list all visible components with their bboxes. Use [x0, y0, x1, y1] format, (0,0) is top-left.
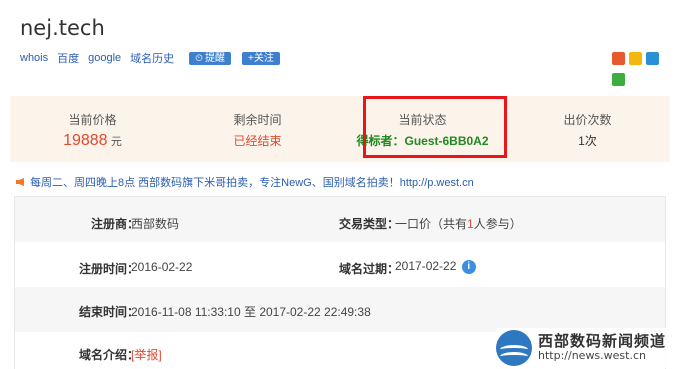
domain-links: whois 百度 google 域名历史 ⏲ 提醒 +关注 — [20, 50, 280, 66]
registrar-value: 西部数码 — [131, 217, 180, 231]
stat-label: 当前价格 — [68, 113, 117, 127]
expire-value: 2017-02-22 — [395, 259, 457, 273]
whois-link[interactable]: whois — [20, 52, 48, 64]
end-time-label: 结束时间： — [78, 305, 139, 319]
trade-type-label: 交易类型： — [338, 217, 399, 231]
news-watermark: 西部数码新闻频道 http://news.west.cn — [496, 328, 674, 368]
auction-notice[interactable]: 每周二、周四晚上8点 西部数码旗下米哥拍卖，专注NewG、国别域名拍卖！http… — [16, 174, 474, 190]
remind-button-label: 提醒 — [204, 52, 225, 64]
info-icon[interactable]: i — [461, 259, 476, 274]
report-link[interactable]: [举报] — [131, 346, 162, 363]
intro-label: 域名介绍： — [78, 348, 139, 362]
stat-remaining-time: 剩余时间 已经结束 — [175, 96, 340, 162]
speaker-icon — [16, 178, 24, 186]
google-link[interactable]: google — [88, 52, 121, 64]
reg-time-value: 2016-02-22 — [131, 260, 193, 274]
price-unit: 元 — [110, 136, 122, 148]
stat-bid-count: 出价次数 1次 — [505, 96, 670, 162]
price-value: 19888 — [63, 132, 108, 149]
remind-button[interactable]: ⏲ 提醒 — [189, 51, 231, 65]
qzone-share-icon[interactable] — [629, 52, 642, 65]
detail-row: 注册时间： 2016-02-22 域名过期： 2017-02-22 i — [15, 242, 665, 287]
wechat-share-icon[interactable] — [612, 73, 625, 86]
clock-icon: ⏲ — [195, 52, 203, 64]
watermark-title: 西部数码新闻频道 — [538, 333, 667, 351]
watermark-url: http://news.west.cn — [538, 349, 646, 363]
stat-label: 剩余时间 — [233, 113, 282, 127]
expire-label: 域名过期： — [338, 262, 399, 276]
participant-count: 1 — [467, 217, 474, 231]
auction-stats: 当前价格 19888 元 剩余时间 已经结束 当前状态 得标者：Guest-6B… — [10, 96, 670, 162]
notice-text[interactable]: 每周二、周四晚上8点 西部数码旗下米哥拍卖，专注NewG、国别域名拍卖！http… — [30, 174, 474, 190]
share-icons — [612, 52, 660, 94]
remaining-time-value: 已经结束 — [233, 134, 282, 148]
trade-type-value: 一口价（共有1人参与） — [395, 217, 522, 231]
detail-row: 注册商： 西部数码 交易类型： 一口价（共有1人参与） — [15, 197, 665, 242]
domain-title: nej.tech — [20, 16, 105, 40]
end-time-value: 2016-11-08 11:33:10 至 2017-02-22 22:49:3… — [131, 305, 371, 319]
stat-current-price: 当前价格 19888 元 — [10, 96, 175, 162]
reg-time-label: 注册时间： — [78, 262, 139, 276]
status-highlight-box — [363, 96, 507, 158]
domain-history-link[interactable]: 域名历史 — [130, 50, 174, 66]
expire-value-wrap: 2017-02-22 i — [395, 259, 476, 274]
west-logo-icon — [496, 330, 532, 366]
follow-button[interactable]: +关注 — [241, 51, 280, 65]
baidu-link[interactable]: 百度 — [57, 50, 79, 66]
detail-row: 结束时间： 2016-11-08 11:33:10 至 2017-02-22 2… — [15, 287, 665, 332]
stat-label: 出价次数 — [563, 113, 612, 127]
tencent-weibo-share-icon[interactable] — [646, 52, 659, 65]
registrar-label: 注册商： — [90, 217, 139, 231]
bid-count-value: 1次 — [578, 134, 597, 148]
weibo-share-icon[interactable] — [612, 52, 625, 65]
